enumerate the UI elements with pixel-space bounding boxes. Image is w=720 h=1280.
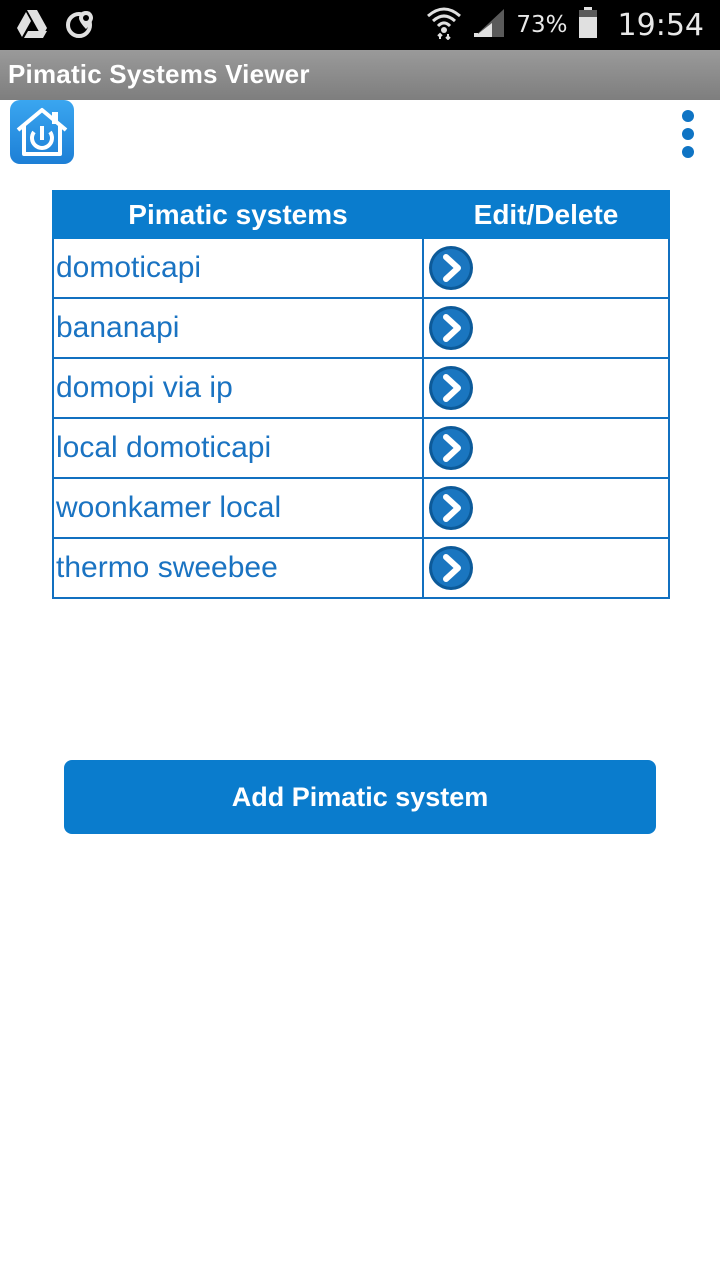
menu-dot bbox=[682, 128, 694, 140]
overflow-menu-icon[interactable] bbox=[676, 104, 700, 160]
edit-delete-cell bbox=[422, 477, 670, 539]
system-name[interactable]: woonkamer local bbox=[52, 477, 424, 539]
edit-delete-cell bbox=[422, 417, 670, 479]
system-name[interactable]: domoticapi bbox=[52, 237, 424, 299]
chevron-right-circle-icon[interactable] bbox=[428, 305, 474, 351]
chevron-right-circle-icon[interactable] bbox=[428, 365, 474, 411]
table-row[interactable]: woonkamer local bbox=[52, 477, 670, 539]
table-row[interactable]: bananapi bbox=[52, 297, 670, 359]
system-name[interactable]: bananapi bbox=[52, 297, 424, 359]
table-row[interactable]: domoticapi bbox=[52, 237, 670, 299]
edit-delete-cell bbox=[422, 537, 670, 599]
system-name[interactable]: local domoticapi bbox=[52, 417, 424, 479]
table-header-row: Pimatic systems Edit/Delete bbox=[52, 190, 670, 239]
signal-icon bbox=[472, 7, 506, 44]
pimatic-systems-table: Pimatic systems Edit/Delete domoticapi ba… bbox=[52, 190, 670, 599]
location-icon bbox=[66, 9, 96, 44]
chevron-right-circle-icon[interactable] bbox=[428, 425, 474, 471]
home-power-icon[interactable] bbox=[10, 100, 74, 164]
chevron-right-circle-icon[interactable] bbox=[428, 485, 474, 531]
drive-icon bbox=[16, 9, 48, 44]
wifi-icon bbox=[426, 6, 462, 45]
add-pimatic-system-button[interactable]: Add Pimatic system bbox=[64, 760, 656, 834]
edit-delete-cell bbox=[422, 357, 670, 419]
system-name[interactable]: thermo sweebee bbox=[52, 537, 424, 599]
system-name[interactable]: domopi via ip bbox=[52, 357, 424, 419]
table-row[interactable]: domopi via ip bbox=[52, 357, 670, 419]
edit-delete-cell bbox=[422, 237, 670, 299]
menu-dot bbox=[682, 110, 694, 122]
edit-delete-cell bbox=[422, 297, 670, 359]
table-row[interactable]: thermo sweebee bbox=[52, 537, 670, 599]
battery-icon bbox=[578, 6, 598, 44]
app-title: Pimatic Systems Viewer bbox=[8, 59, 310, 89]
status-bar: 73% 19:54 bbox=[0, 0, 720, 50]
chevron-right-circle-icon[interactable] bbox=[428, 545, 474, 591]
table-row[interactable]: local domoticapi bbox=[52, 417, 670, 479]
header-edit-delete: Edit/Delete bbox=[422, 190, 670, 239]
header-systems: Pimatic systems bbox=[52, 190, 424, 239]
clock: 19:54 bbox=[617, 7, 704, 43]
chevron-right-circle-icon[interactable] bbox=[428, 245, 474, 291]
battery-percent: 73% bbox=[516, 12, 568, 38]
menu-dot bbox=[682, 146, 694, 158]
app-title-bar: Pimatic Systems Viewer bbox=[0, 50, 720, 100]
